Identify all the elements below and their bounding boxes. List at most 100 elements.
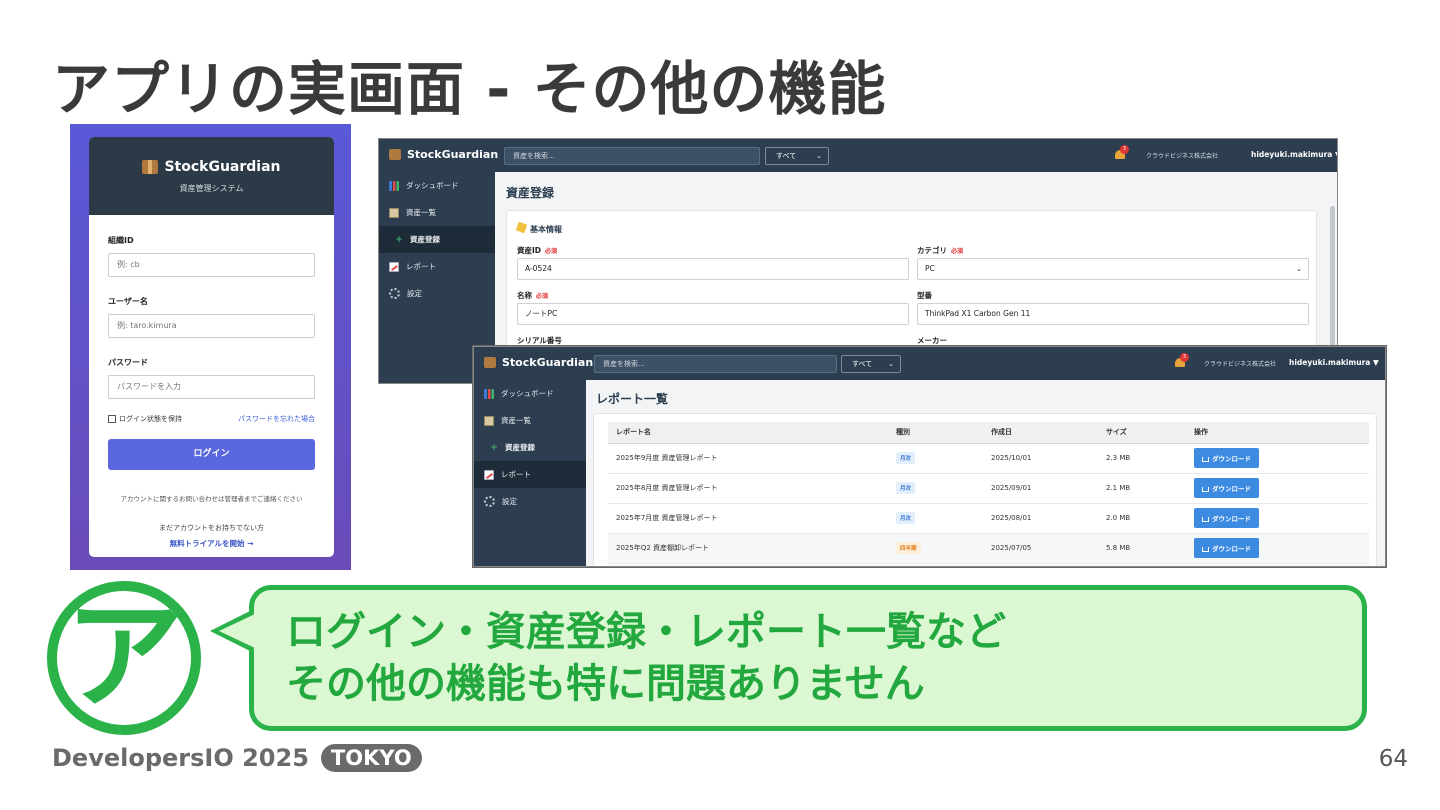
column-header-date: 作成日 [983, 422, 1098, 444]
trend-icon [389, 261, 399, 272]
login-card: StockGuardian 資産管理システム 組織ID 例: cb ユーザー名 … [89, 137, 334, 557]
table-row: 2025年8月度 資産管理レポート 月次 2025/09/01 2.1 MB ダ… [608, 473, 1369, 504]
chevron-down-icon: ⌄ [888, 360, 894, 368]
column-header-size: サイズ [1098, 422, 1186, 444]
page-title: 資産登録 [506, 186, 555, 200]
sidebar-item-asset-list[interactable]: 資産一覧 [379, 199, 495, 226]
org-id-input[interactable]: 例: cb [108, 253, 315, 277]
trend-icon [484, 469, 494, 480]
report-name: 2025年8月度 資産管理レポート [608, 473, 888, 504]
download-button[interactable]: ダウンロード [1194, 508, 1259, 528]
user-menu[interactable]: hideyuki.makimura ▼ [1251, 150, 1337, 159]
chevron-down-icon: ⌄ [1296, 265, 1302, 273]
main-content: レポート一覧 レポート名 種別 作成日 サイズ 操作 2025年9月度 資産管理… [586, 380, 1385, 566]
column-header-name: レポート名 [608, 422, 888, 444]
download-label: ダウンロード [1212, 515, 1251, 523]
company-name: クラウドビジネス株式会社 [1204, 361, 1277, 368]
speech-line-1: ログイン・資産登録・レポート一覧など [286, 609, 1006, 655]
username-input[interactable]: 例: taro.kimura [108, 314, 315, 338]
notification-bell-icon[interactable]: 3 [1174, 353, 1189, 369]
sidebar-item-asset-register[interactable]: + 資産登録 [474, 434, 586, 461]
report-date: 2025/10/01 [983, 443, 1098, 474]
slide: アプリの実画面 - その他の機能 StockGuardian 資産管理システム … [0, 0, 1440, 810]
login-note: アカウントに関するお問い合わせは管理者までご連絡ください [120, 495, 303, 503]
app-brand[interactable]: StockGuardian [484, 356, 593, 369]
notification-badge: 3 [1120, 145, 1129, 154]
no-account-text: まだアカウントをお持ちでない方 [159, 524, 264, 532]
avatar-letter: ア [64, 587, 183, 725]
user-menu[interactable]: hideyuki.makimura ▼ [1289, 358, 1379, 367]
type-badge: 月次 [896, 512, 916, 524]
filter-select[interactable]: すべて ⌄ [841, 355, 901, 373]
sidebar-item-settings[interactable]: 設定 [474, 488, 586, 515]
sidebar-item-reports[interactable]: レポート [379, 253, 495, 280]
search-input[interactable]: 資産を検索... [594, 355, 837, 373]
report-table-card: レポート名 種別 作成日 サイズ 操作 2025年9月度 資産管理レポート 月次… [593, 413, 1377, 566]
filter-select[interactable]: すべて ⌄ [765, 147, 829, 165]
free-trial-link[interactable]: 無料トライアルを開始 → [108, 538, 315, 549]
sidebar-label: 資産一覧 [501, 416, 531, 425]
name-input[interactable]: ノートPC [517, 303, 909, 325]
report-date: 2025/07/05 [983, 533, 1098, 564]
report-type-cell: 四半期 [888, 533, 983, 564]
download-label: ダウンロード [1212, 455, 1251, 463]
section-title: 基本情報 [515, 221, 562, 235]
name-label: 名称 必須 [517, 290, 548, 301]
sidebar-item-asset-register[interactable]: + 資産登録 [379, 226, 495, 253]
user-name: hideyuki.makimura [1289, 358, 1371, 367]
sidebar-item-reports[interactable]: レポート [474, 461, 586, 488]
sidebar-label: レポート [501, 470, 531, 479]
required-mark: 必須 [545, 248, 558, 255]
report-list-screenshot: StockGuardian 資産を検索... すべて ⌄ 3 クラウドビジネス株式… [473, 346, 1386, 567]
sidebar-label: 設定 [407, 289, 422, 298]
speech-text: ログイン・資産登録・レポート一覧など その他の機能も特に問題ありません [286, 606, 1006, 710]
forgot-password-link[interactable]: パスワードを忘れた場合 [238, 414, 315, 424]
gear-icon [484, 496, 495, 507]
download-button[interactable]: ダウンロード [1194, 448, 1259, 468]
type-badge: 月次 [896, 482, 916, 494]
report-actions: ダウンロード [1186, 443, 1369, 474]
box-icon [389, 149, 401, 160]
model-input[interactable]: ThinkPad X1 Carbon Gen 11 [917, 303, 1309, 325]
app-brand[interactable]: StockGuardian [389, 148, 498, 161]
download-label: ダウンロード [1212, 485, 1251, 493]
footer-brand: DevelopersIO 2025 TOKYO [52, 744, 422, 772]
report-date: 2025/09/01 [983, 473, 1098, 504]
login-form: 組織ID 例: cb ユーザー名 例: taro.kimura パスワード パス… [89, 235, 334, 549]
speaker-avatar-icon: ア [47, 581, 201, 735]
category-label-text: カテゴリ [917, 246, 947, 255]
password-input[interactable]: パスワードを入力 [108, 375, 315, 399]
speech-bubble: ログイン・資産登録・レポート一覧など その他の機能も特に問題ありません [249, 585, 1367, 731]
login-subtitle: 資産管理システム [179, 184, 244, 193]
category-select[interactable]: PC ⌄ [917, 258, 1309, 280]
download-label: ダウンロード [1212, 545, 1251, 553]
chart-icon [484, 388, 494, 399]
speech-bubble-tail-fill [219, 614, 255, 648]
remember-checkbox[interactable]: ログイン状態を保持 [108, 414, 182, 424]
remember-label: ログイン状態を保持 [119, 415, 182, 423]
page-title: レポート一覧 [596, 392, 669, 406]
app-brand-name: StockGuardian [502, 356, 594, 369]
login-button[interactable]: ログイン [108, 439, 315, 470]
asset-id-label: 資産ID 必須 [517, 245, 557, 256]
plus-icon: + [490, 442, 498, 453]
sidebar-item-dashboard[interactable]: ダッシュボード [474, 380, 586, 407]
report-actions: ダウンロード [1186, 473, 1369, 504]
box-icon [484, 357, 496, 368]
clipboard-icon [484, 415, 494, 426]
name-label-text: 名称 [517, 291, 532, 300]
sidebar-item-settings[interactable]: 設定 [379, 280, 495, 307]
download-button[interactable]: ダウンロード [1194, 478, 1259, 498]
search-input[interactable]: 資産を検索... [504, 147, 760, 165]
sidebar-item-dashboard[interactable]: ダッシュボード [379, 172, 495, 199]
report-size: 2.1 MB [1098, 473, 1186, 504]
download-icon [1202, 546, 1209, 552]
notification-bell-icon[interactable]: 3 [1114, 145, 1129, 161]
clipboard-icon [389, 207, 399, 218]
asset-id-input[interactable]: A-0524 [517, 258, 909, 280]
download-button[interactable]: ダウンロード [1194, 538, 1259, 558]
sidebar-item-asset-list[interactable]: 資産一覧 [474, 407, 586, 434]
report-type-cell: 月次 [888, 503, 983, 534]
table-row: 2025年7月度 資産管理レポート 月次 2025/08/01 2.0 MB ダ… [608, 503, 1369, 534]
user-name: hideyuki.makimura [1251, 150, 1333, 159]
